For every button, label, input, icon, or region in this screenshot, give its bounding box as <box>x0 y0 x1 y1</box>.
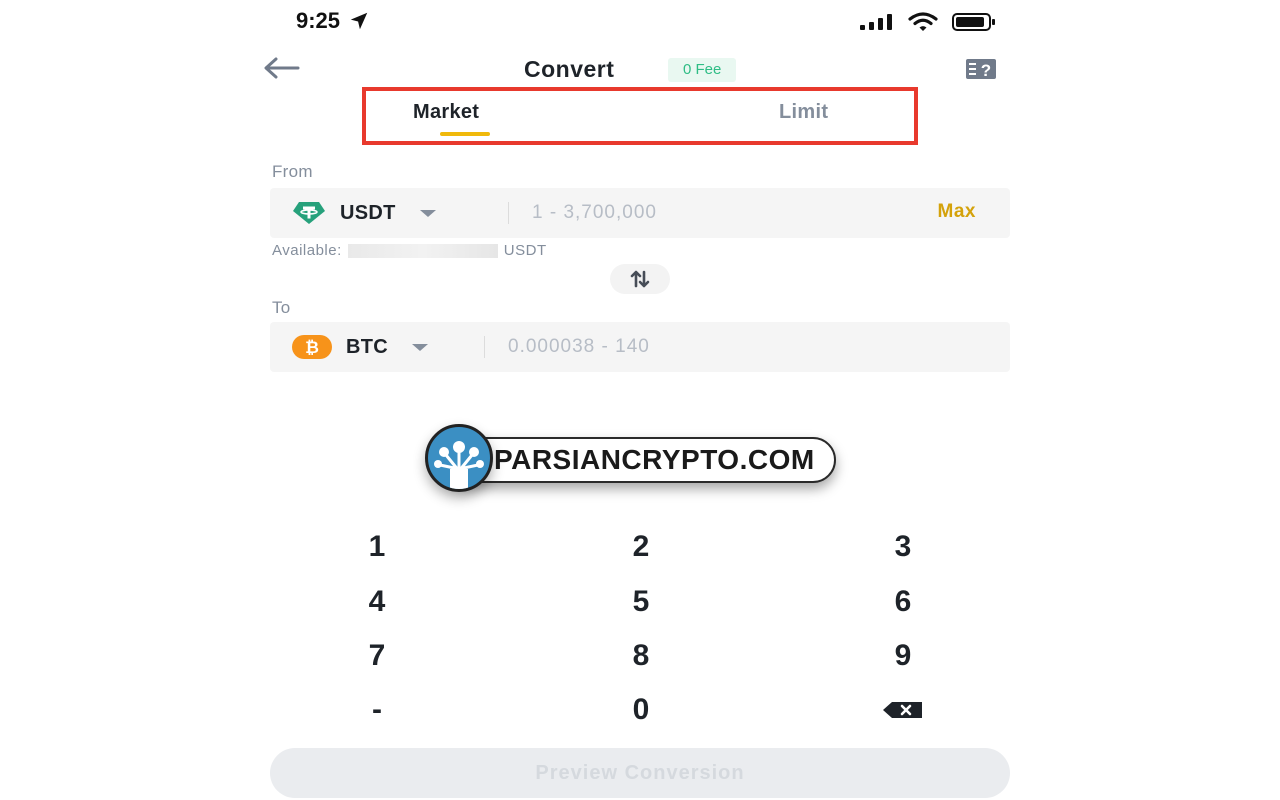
from-coin-selector[interactable]: USDT <box>292 201 436 225</box>
available-unit: USDT <box>503 242 547 259</box>
preview-conversion-button[interactable]: Preview Conversion <box>270 748 1010 798</box>
keypad-key-6[interactable]: 6 <box>833 580 973 624</box>
keypad-key-8[interactable]: 8 <box>571 634 711 678</box>
tether-icon <box>293 202 325 224</box>
help-icon: ? <box>966 59 996 80</box>
signal-icon <box>860 14 892 30</box>
help-button[interactable]: ? <box>964 56 1000 82</box>
tree-logo-icon <box>434 441 484 489</box>
to-amount-input[interactable] <box>508 332 868 362</box>
back-button[interactable] <box>262 54 302 82</box>
watermark-logo <box>425 424 493 492</box>
arrow-left-icon <box>264 57 300 79</box>
watermark-text: PARSIANCRYPTO.COM <box>494 444 815 475</box>
page-title: Convert <box>524 56 615 82</box>
max-button[interactable]: Max <box>938 201 976 223</box>
fee-badge: 0 Fee <box>668 58 737 82</box>
available-amount-redacted <box>347 243 498 258</box>
status-icons <box>860 12 996 32</box>
status-time: 9:25 <box>296 8 370 34</box>
keypad-key-5[interactable]: 5 <box>571 580 711 624</box>
tab-market[interactable]: Market <box>413 101 479 124</box>
wifi-icon <box>908 12 938 31</box>
keypad-key-3[interactable]: 3 <box>833 525 973 569</box>
keypad-key-9[interactable]: 9 <box>833 634 973 678</box>
swap-arrows-icon <box>630 270 650 288</box>
keypad-key-backspace[interactable] <box>833 688 973 732</box>
to-field: ₿ BTC <box>270 322 1010 372</box>
tab-limit[interactable]: Limit <box>779 101 828 124</box>
to-coin-name: BTC <box>346 335 389 358</box>
svg-text:₿: ₿ <box>305 338 319 357</box>
battery-icon <box>952 13 995 31</box>
from-label: From <box>272 162 313 181</box>
svg-text:?: ? <box>981 61 991 80</box>
keypad-key-4[interactable]: 4 <box>307 580 447 624</box>
keypad-key-1[interactable]: 1 <box>307 525 447 569</box>
status-time-text: 9:25 <box>296 8 341 33</box>
from-field: USDT Max <box>270 188 1010 238</box>
chevron-down-icon <box>412 343 429 351</box>
swap-button[interactable] <box>610 264 670 294</box>
active-tab-indicator <box>440 132 490 136</box>
keypad-key-0[interactable]: 0 <box>571 688 711 732</box>
location-arrow-icon <box>350 12 368 30</box>
to-label: To <box>272 298 291 317</box>
to-divider <box>484 336 485 358</box>
chevron-down-icon <box>419 209 436 217</box>
from-coin-name: USDT <box>340 201 396 224</box>
available-balance: Available: USDT <box>272 242 547 259</box>
keypad-key-minus[interactable]: - <box>307 688 447 732</box>
available-label: Available: <box>272 242 342 259</box>
bitcoin-icon: ₿ <box>292 335 332 359</box>
keypad-key-7[interactable]: 7 <box>307 634 447 678</box>
backspace-icon <box>883 702 922 718</box>
from-divider <box>508 202 509 224</box>
from-amount-input[interactable] <box>532 198 892 228</box>
keypad-key-2[interactable]: 2 <box>571 525 711 569</box>
to-coin-selector[interactable]: ₿ BTC <box>292 335 429 359</box>
